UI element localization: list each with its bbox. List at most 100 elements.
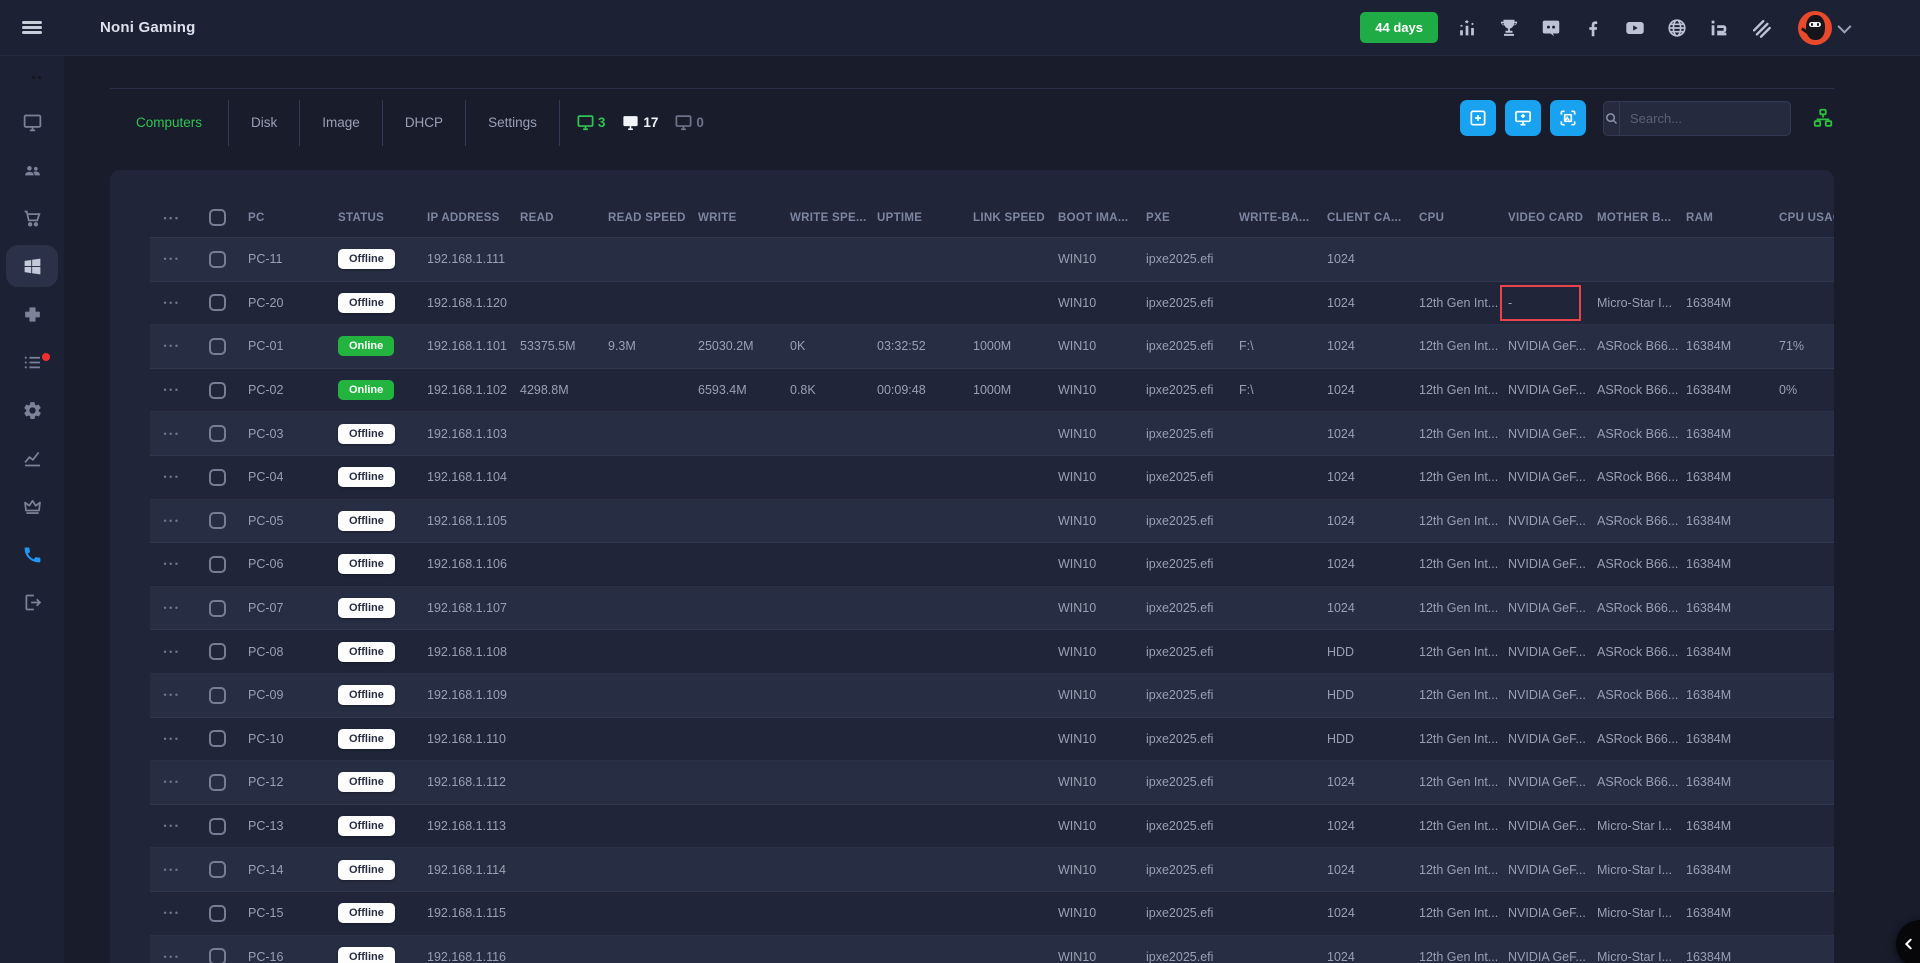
column-header-link-speed[interactable]: LINK SPEED (965, 212, 1050, 224)
row-actions-button[interactable]: ••• (150, 805, 194, 848)
row-checkbox[interactable] (209, 905, 226, 922)
capture-button[interactable] (1550, 100, 1586, 136)
facebook-icon[interactable] (1580, 15, 1606, 41)
sidebar-item-premium[interactable] (6, 485, 58, 527)
table-row-pc-10[interactable]: •••PC-10Offline192.168.1.110WIN10ipxe202… (150, 718, 1834, 762)
table-row-pc-11[interactable]: •••PC-11Offline192.168.1.111WIN10ipxe202… (150, 238, 1834, 282)
other-computers-counter[interactable]: 0 (674, 113, 704, 132)
row-actions-button[interactable]: ••• (150, 892, 194, 935)
column-header-write[interactable]: WRITE (690, 212, 782, 224)
i2-logo-icon[interactable] (1706, 15, 1732, 41)
table-row-pc-03[interactable]: •••PC-03Offline192.168.1.103WIN10ipxe202… (150, 412, 1834, 456)
table-row-pc-06[interactable]: •••PC-06Offline192.168.1.106WIN10ipxe202… (150, 543, 1834, 587)
column-header-motherboard[interactable]: MOTHER B... (1589, 212, 1678, 224)
total-computers-counter[interactable]: 17 (621, 113, 658, 132)
table-row-pc-12[interactable]: •••PC-12Offline192.168.1.112WIN10ipxe202… (150, 761, 1834, 805)
table-row-pc-14[interactable]: •••PC-14Offline192.168.1.114WIN10ipxe202… (150, 848, 1834, 892)
column-header-pc[interactable]: PC (240, 212, 330, 224)
column-header-ip-address[interactable]: IP ADDRESS (419, 212, 512, 224)
tab-settings[interactable]: Settings (466, 100, 559, 146)
row-actions-button[interactable]: ••• (150, 936, 194, 963)
column-header-status[interactable]: STATUS (330, 212, 419, 224)
row-actions-button[interactable]: ••• (150, 282, 194, 325)
sidebar-item-stats[interactable] (6, 437, 58, 479)
table-row-pc-02[interactable]: •••PC-02Online192.168.1.1024298.8M6593.4… (150, 369, 1834, 413)
sidebar-item-computers[interactable] (6, 101, 58, 143)
column-header-write-speed[interactable]: WRITE SPE... (782, 212, 869, 224)
row-actions-button[interactable]: ••• (150, 630, 194, 673)
layers-logo-icon[interactable] (1748, 15, 1774, 41)
sidebar-item-games[interactable] (6, 293, 58, 335)
row-checkbox[interactable] (209, 948, 226, 963)
column-header-write-back[interactable]: WRITE-BA... (1231, 212, 1319, 224)
table-row-pc-20[interactable]: •••PC-20Offline192.168.1.120WIN10ipxe202… (150, 282, 1834, 326)
globe-icon[interactable] (1664, 15, 1690, 41)
row-checkbox[interactable] (209, 861, 226, 878)
sidebar-item-windows[interactable] (6, 245, 58, 287)
column-header-uptime[interactable]: UPTIME (869, 212, 965, 224)
user-menu[interactable] (1798, 11, 1848, 45)
row-actions-button[interactable]: ••• (150, 761, 194, 804)
column-header-cpu-usage[interactable]: CPU USAGE (1771, 212, 1834, 224)
sidebar-item-support[interactable] (6, 533, 58, 575)
row-actions-button[interactable]: ••• (150, 500, 194, 543)
row-actions-button[interactable]: ••• (150, 848, 194, 891)
row-actions-button[interactable]: ••• (150, 369, 194, 412)
row-checkbox[interactable] (209, 643, 226, 660)
discord-icon[interactable] (1538, 15, 1564, 41)
table-row-pc-05[interactable]: •••PC-05Offline192.168.1.105WIN10ipxe202… (150, 500, 1834, 544)
column-header-read[interactable]: READ (512, 212, 600, 224)
add-computer-button[interactable] (1505, 100, 1541, 136)
column-header-client-cache[interactable]: CLIENT CA... (1319, 212, 1411, 224)
row-checkbox[interactable] (209, 382, 226, 399)
row-checkbox[interactable] (209, 251, 226, 268)
table-row-pc-01[interactable]: •••PC-01Online192.168.1.10153375.5M9.3M2… (150, 325, 1834, 369)
row-checkbox[interactable] (209, 512, 226, 529)
collapse-panel-button[interactable] (1896, 920, 1920, 963)
days-remaining-badge[interactable]: 44 days (1360, 12, 1438, 43)
trophy-icon[interactable] (1496, 15, 1522, 41)
row-actions-button[interactable]: ••• (150, 325, 194, 368)
sidebar-item-settings[interactable] (6, 389, 58, 431)
row-actions-button[interactable]: ••• (150, 587, 194, 630)
table-row-pc-13[interactable]: •••PC-13Offline192.168.1.113WIN10ipxe202… (150, 805, 1834, 849)
column-header-pxe[interactable]: PXE (1138, 212, 1231, 224)
row-actions-button[interactable]: ••• (150, 543, 194, 586)
row-actions-button[interactable]: ••• (150, 412, 194, 455)
online-computers-counter[interactable]: 3 (576, 113, 606, 132)
sidebar-item-users[interactable] (6, 149, 58, 191)
table-row-pc-16[interactable]: •••PC-16Offline192.168.1.116WIN10ipxe202… (150, 936, 1834, 963)
select-all-checkbox[interactable] (209, 209, 226, 226)
tab-computers[interactable]: Computers (110, 100, 228, 146)
column-header-cpu[interactable]: CPU (1411, 212, 1500, 224)
row-checkbox[interactable] (209, 687, 226, 704)
row-checkbox[interactable] (209, 774, 226, 791)
column-header-read-speed[interactable]: READ SPEED (600, 212, 690, 224)
tab-disk[interactable]: Disk (229, 100, 299, 146)
row-checkbox[interactable] (209, 818, 226, 835)
table-row-pc-15[interactable]: •••PC-15Offline192.168.1.115WIN10ipxe202… (150, 892, 1834, 936)
row-actions-button[interactable]: ••• (150, 238, 194, 281)
tab-image[interactable]: Image (300, 100, 382, 146)
search-input[interactable] (1620, 111, 1791, 126)
table-row-pc-04[interactable]: •••PC-04Offline192.168.1.104WIN10ipxe202… (150, 456, 1834, 500)
row-checkbox[interactable] (209, 294, 226, 311)
row-checkbox[interactable] (209, 469, 226, 486)
table-row-pc-09[interactable]: •••PC-09Offline192.168.1.109WIN10ipxe202… (150, 674, 1834, 718)
column-header-ram[interactable]: RAM (1678, 212, 1771, 224)
sidebar-item-shop[interactable] (6, 197, 58, 239)
menu-toggle-button[interactable] (0, 19, 64, 36)
row-actions-button[interactable]: ••• (150, 718, 194, 761)
row-checkbox[interactable] (209, 730, 226, 747)
network-tree-icon[interactable] (1812, 107, 1834, 129)
row-checkbox[interactable] (209, 556, 226, 573)
row-actions-button[interactable]: ••• (150, 456, 194, 499)
add-square-button[interactable] (1460, 100, 1496, 136)
sidebar-item-logout[interactable] (6, 581, 58, 623)
tab-dhcp[interactable]: DHCP (383, 100, 465, 146)
youtube-icon[interactable] (1622, 15, 1648, 41)
sidebar-item-logs[interactable] (6, 341, 58, 383)
row-checkbox[interactable] (209, 425, 226, 442)
ranking-icon[interactable] (1454, 15, 1480, 41)
column-header-boot-image[interactable]: BOOT IMA... (1050, 212, 1138, 224)
